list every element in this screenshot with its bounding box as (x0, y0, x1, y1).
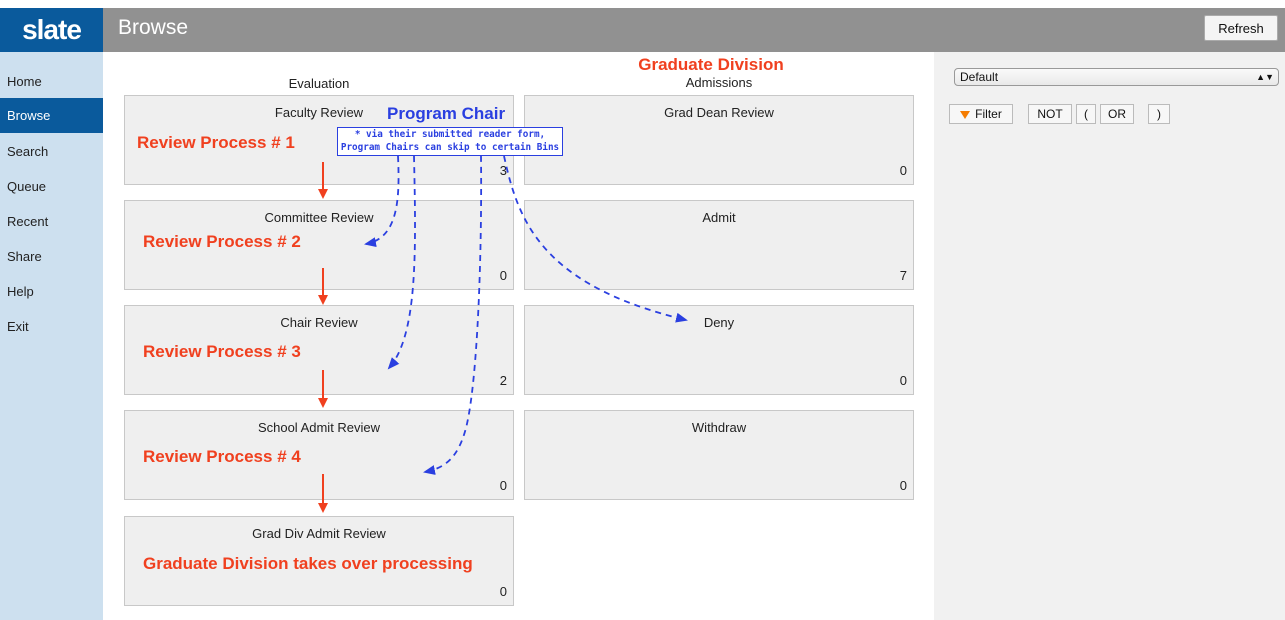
top-bar: slate Browse Refresh (0, 8, 1285, 52)
evaluation-column-header: Evaluation (288, 76, 350, 91)
not-button[interactable]: NOT (1028, 104, 1072, 124)
bin-count: 0 (899, 163, 907, 178)
annotation-graduate-division-takeover: Graduate Division takes over processing (143, 554, 473, 573)
bin-count: 0 (499, 478, 507, 493)
right-panel: Default ▲▼ Filter NOT ( OR ) (934, 52, 1285, 620)
bin-title: Grad Div Admit Review (252, 526, 386, 541)
select-updown-icon: ▲▼ (1256, 72, 1274, 82)
bin-title: Deny (703, 315, 735, 330)
view-select-value: Default (960, 70, 999, 84)
filter-label: Filter (975, 107, 1002, 121)
sidebar-item-queue[interactable]: Queue (0, 169, 103, 204)
refresh-button[interactable]: Refresh (1204, 15, 1278, 41)
annotation-review-process-4: Review Process # 4 (143, 447, 301, 466)
view-select[interactable]: Default ▲▼ (954, 68, 1279, 86)
sidebar-item-help[interactable]: Help (0, 274, 103, 309)
bin-count: 0 (499, 584, 507, 599)
open-paren-button[interactable]: ( (1076, 104, 1096, 124)
annotation-review-process-1: Review Process # 1 (137, 133, 295, 152)
funnel-icon (960, 111, 971, 119)
bin-title: Chair Review (280, 315, 358, 330)
bin-count: 3 (499, 163, 507, 178)
sidebar-item-browse[interactable]: Browse (0, 98, 103, 133)
note-line: Program Chairs can skip to certain Bins (340, 142, 560, 153)
close-paren-button[interactable]: ) (1148, 104, 1170, 124)
bin-admit[interactable]: Admit 7 (524, 200, 914, 290)
bin-grad-dean-review[interactable]: Grad Dean Review 0 (524, 95, 914, 185)
bin-withdraw[interactable]: Withdraw 0 (524, 410, 914, 500)
sidebar-item-recent[interactable]: Recent (0, 204, 103, 239)
annotation-review-process-2: Review Process # 2 (143, 232, 301, 251)
bin-title: Committee Review (264, 210, 374, 225)
sidebar-item-home[interactable]: Home (0, 64, 103, 99)
program-chair-title: Program Chair (387, 104, 506, 123)
program-chair-note: * via their submitted reader form, Progr… (337, 127, 563, 156)
bin-title: Admit (702, 210, 736, 225)
bin-count: 0 (899, 478, 907, 493)
graduate-division-title: Graduate Division (638, 55, 784, 74)
bin-title: Withdraw (691, 420, 747, 435)
bin-count: 0 (899, 373, 907, 388)
bin-deny[interactable]: Deny 0 (524, 305, 914, 395)
bin-title: Grad Dean Review (664, 105, 774, 120)
sidebar-item-exit[interactable]: Exit (0, 309, 103, 344)
sidebar-item-share[interactable]: Share (0, 239, 103, 274)
bin-title: School Admit Review (257, 420, 381, 435)
sidebar-nav: Home Browse Search Queue Recent Share He… (0, 52, 103, 620)
or-button[interactable]: OR (1100, 104, 1134, 124)
page-title: Browse (118, 16, 189, 39)
bin-count: 7 (899, 268, 907, 283)
app-frame: slate Browse Refresh Home Browse Search … (0, 0, 1285, 620)
sidebar-item-search[interactable]: Search (0, 134, 103, 169)
note-line: * via their submitted reader form, (354, 129, 546, 140)
annotation-review-process-3: Review Process # 3 (143, 342, 301, 361)
bin-count: 0 (499, 268, 507, 283)
bin-count: 2 (499, 373, 507, 388)
filter-button[interactable]: Filter (949, 104, 1013, 124)
slate-logo[interactable]: slate (0, 8, 103, 52)
admissions-column-header: Admissions (685, 75, 753, 90)
